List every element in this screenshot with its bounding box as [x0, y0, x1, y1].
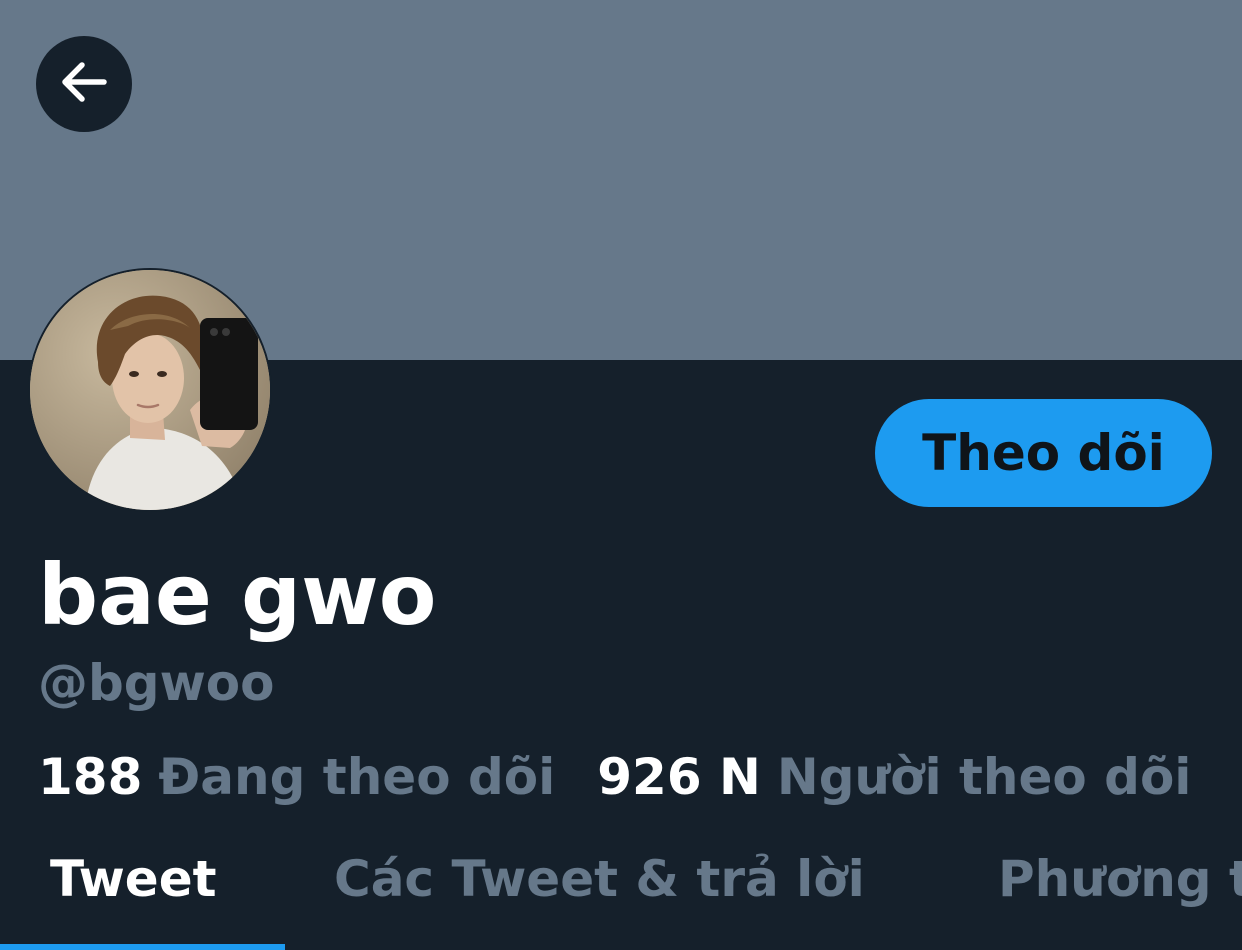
display-name: bae gwo: [38, 546, 437, 644]
tab-tweets[interactable]: Tweet: [50, 844, 217, 914]
profile-tabs: Tweet Các Tweet & trả lời Phương tiện: [0, 830, 1242, 950]
avatar[interactable]: [28, 268, 272, 512]
followers-link[interactable]: 926 N Người theo dõi: [597, 748, 1191, 806]
profile-screen: Theo dõi bae gwo @bgwoo 188 Đang theo dõ…: [0, 0, 1242, 950]
profile-stats: 188 Đang theo dõi 926 N Người theo dõi: [38, 742, 1191, 812]
followers-count: 926 N: [597, 748, 761, 806]
tab-media[interactable]: Phương tiện: [998, 844, 1242, 914]
active-tab-indicator: [0, 944, 285, 950]
following-label: Đang theo dõi: [158, 748, 556, 806]
back-button[interactable]: [36, 36, 132, 132]
following-count: 188: [38, 748, 143, 806]
followers-label: Người theo dõi: [776, 748, 1192, 806]
following-link[interactable]: 188 Đang theo dõi: [38, 748, 555, 806]
tab-tweets-and-replies[interactable]: Các Tweet & trả lời: [334, 844, 865, 914]
follow-button[interactable]: Theo dõi: [875, 399, 1212, 507]
arrow-left-icon: [56, 54, 112, 114]
username-handle: @bgwoo: [38, 654, 275, 712]
